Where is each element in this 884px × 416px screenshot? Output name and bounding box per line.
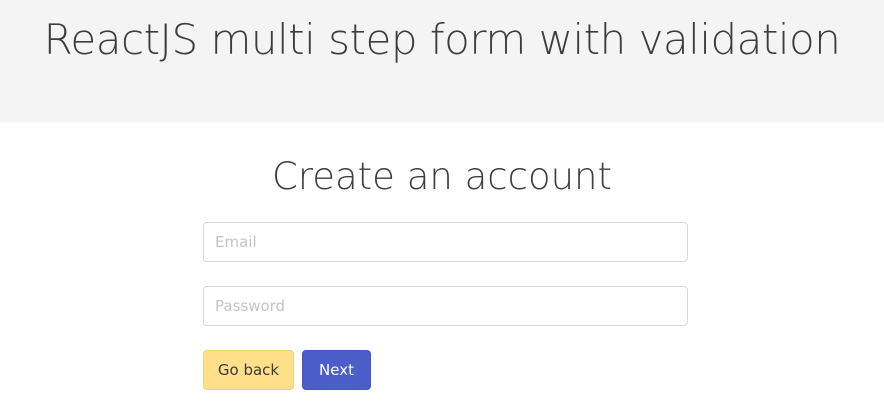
page-header: ReactJS multi step form with validation: [0, 0, 884, 122]
form-title: Create an account: [272, 155, 612, 198]
page-title: ReactJS multi step form with validation: [43, 15, 841, 64]
go-back-button[interactable]: Go back: [203, 350, 294, 390]
signup-form: Create an account Go back Next: [0, 122, 884, 416]
next-button[interactable]: Next: [302, 350, 371, 390]
email-field[interactable]: [203, 222, 688, 262]
password-field[interactable]: [203, 286, 688, 326]
